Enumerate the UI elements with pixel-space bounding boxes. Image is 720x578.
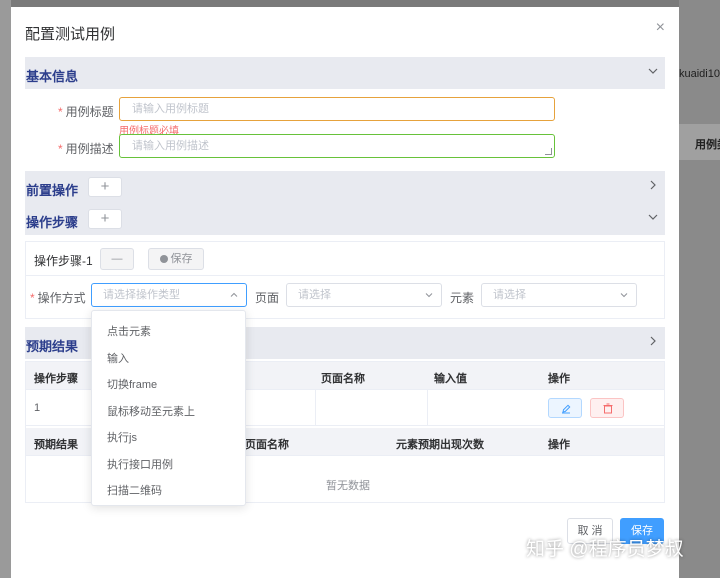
- chevron-down-icon[interactable]: [647, 211, 659, 223]
- save-step-button[interactable]: 保存: [148, 248, 204, 270]
- edit-icon: [562, 404, 571, 414]
- watermark: 知乎 @程序员梦叔: [526, 539, 684, 560]
- divider: [26, 275, 664, 276]
- chevron-right-icon[interactable]: [647, 179, 659, 191]
- case-desc-label: * 用例描述: [58, 142, 114, 156]
- dropdown-option[interactable]: 扫描二维码: [107, 482, 162, 498]
- th-expected-count: 元素预期出现次数: [396, 439, 484, 451]
- delete-button[interactable]: [590, 398, 624, 418]
- th-actions-2: 操作: [548, 439, 570, 451]
- chevron-down-icon: [425, 291, 433, 299]
- op-mode-dropdown: 点击元素 输入 切换frame 鼠标移动至元素上 执行js 执行接口用例 扫描二…: [91, 310, 246, 506]
- chevron-up-icon: [230, 291, 238, 299]
- background-right-panel: [679, 0, 720, 578]
- th-actions: 操作: [548, 373, 570, 385]
- element-select[interactable]: 请选择: [481, 283, 637, 307]
- dropdown-option[interactable]: 点击元素: [107, 323, 151, 339]
- dropdown-option[interactable]: 执行js: [107, 429, 137, 445]
- th-expected: 预期结果: [34, 439, 78, 451]
- section-basic-info[interactable]: 基本信息: [25, 57, 665, 89]
- section-basic-info-title: 基本信息: [26, 69, 79, 84]
- page-label: 页面: [255, 291, 280, 305]
- case-desc-placeholder: 请输入用例描述: [132, 140, 209, 152]
- page-placeholder: 请选择: [298, 289, 331, 301]
- section-pre-ops[interactable]: 前置操作 +: [25, 171, 665, 203]
- op-mode-placeholder: 请选择操作类型: [103, 289, 180, 301]
- th-step: 操作步骤: [34, 373, 78, 385]
- element-placeholder: 请选择: [493, 289, 526, 301]
- section-steps[interactable]: 操作步骤 +: [25, 203, 665, 235]
- add-step-button[interactable]: +: [88, 209, 122, 229]
- op-mode-select[interactable]: 请选择操作类型: [91, 283, 247, 307]
- step-label: 操作步骤-1: [34, 254, 93, 268]
- background-text: kuaidi10: [679, 68, 720, 80]
- th-page-name-2: 页面名称: [245, 439, 289, 451]
- case-desc-textarea[interactable]: 请输入用例描述: [119, 134, 555, 158]
- edit-button[interactable]: [548, 398, 582, 418]
- dropdown-option[interactable]: 输入: [107, 350, 129, 366]
- element-label: 元素: [450, 291, 475, 305]
- delete-icon: [603, 403, 613, 414]
- add-pre-op-button[interactable]: +: [88, 177, 122, 197]
- dropdown-option[interactable]: 切换frame: [107, 376, 157, 392]
- chevron-down-icon: [620, 291, 628, 299]
- step-card: 操作步骤-1 — 保存 * 操作方式 请选择操作类型 页面 请选择 元素 请选择: [25, 241, 665, 319]
- close-icon[interactable]: ×: [656, 19, 665, 37]
- section-expected-title: 预期结果: [26, 339, 79, 354]
- cell-divider: [427, 390, 428, 426]
- page-select[interactable]: 请选择: [286, 283, 442, 307]
- case-title-label: * 用例标题: [58, 105, 114, 119]
- background-column-header: 用例类: [695, 139, 720, 151]
- chevron-right-icon[interactable]: [647, 335, 659, 347]
- cell-divider: [315, 390, 316, 426]
- op-mode-label: * 操作方式: [30, 291, 86, 305]
- th-input-value: 输入值: [434, 373, 467, 385]
- case-title-input[interactable]: 请输入用例标题: [119, 97, 555, 121]
- dialog-title: 配置测试用例: [25, 26, 116, 43]
- section-steps-title: 操作步骤: [26, 215, 79, 230]
- save-icon: [159, 255, 168, 263]
- dropdown-option[interactable]: 鼠标移动至元素上: [107, 403, 195, 419]
- th-page-name: 页面名称: [321, 373, 365, 385]
- background-left-strip: [0, 0, 11, 578]
- save-step-label: 保存: [170, 253, 193, 265]
- empty-data-text: 暂无数据: [326, 480, 370, 492]
- chevron-down-icon[interactable]: [647, 65, 659, 77]
- dropdown-option[interactable]: 执行接口用例: [107, 456, 173, 472]
- resize-handle-icon[interactable]: [545, 148, 552, 155]
- row-step-number: 1: [34, 402, 41, 414]
- section-pre-ops-title: 前置操作: [26, 183, 79, 198]
- remove-step-button[interactable]: —: [100, 248, 134, 270]
- config-test-case-dialog: 配置测试用例 × 基本信息 * 用例标题 请输入用例标题 用例标题必填 * 用例描述…: [11, 7, 679, 578]
